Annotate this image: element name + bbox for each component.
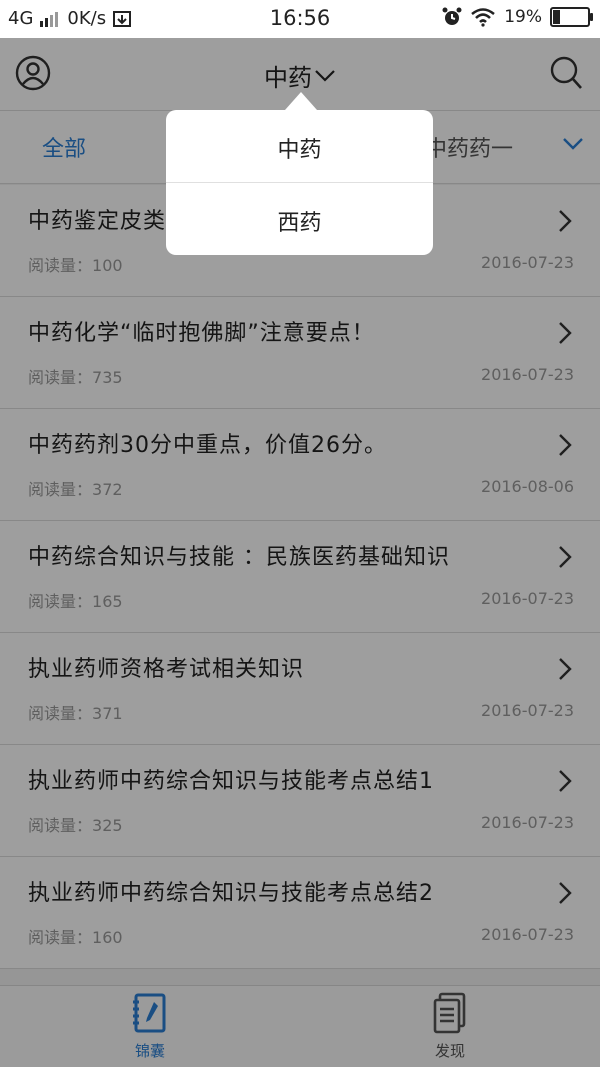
category-popup: 中药 西药 bbox=[166, 110, 433, 255]
app-screen: 4G 0K/s 16:56 19% 中药 全部 中药药一 阅读量：100 201… bbox=[0, 0, 600, 1067]
alarm-icon bbox=[442, 7, 462, 25]
wifi-icon bbox=[471, 8, 495, 27]
status-right: 19% bbox=[442, 7, 593, 27]
status-bar: 4G 0K/s 16:56 19% bbox=[0, 0, 600, 38]
popup-divider bbox=[166, 182, 433, 183]
battery-icon bbox=[550, 7, 593, 27]
battery-fill bbox=[553, 10, 560, 24]
popup-option-tcm[interactable]: 中药 bbox=[166, 132, 433, 164]
popup-arrow bbox=[285, 92, 317, 110]
popup-option-western[interactable]: 西药 bbox=[166, 205, 433, 237]
battery-percent: 19% bbox=[504, 7, 542, 27]
